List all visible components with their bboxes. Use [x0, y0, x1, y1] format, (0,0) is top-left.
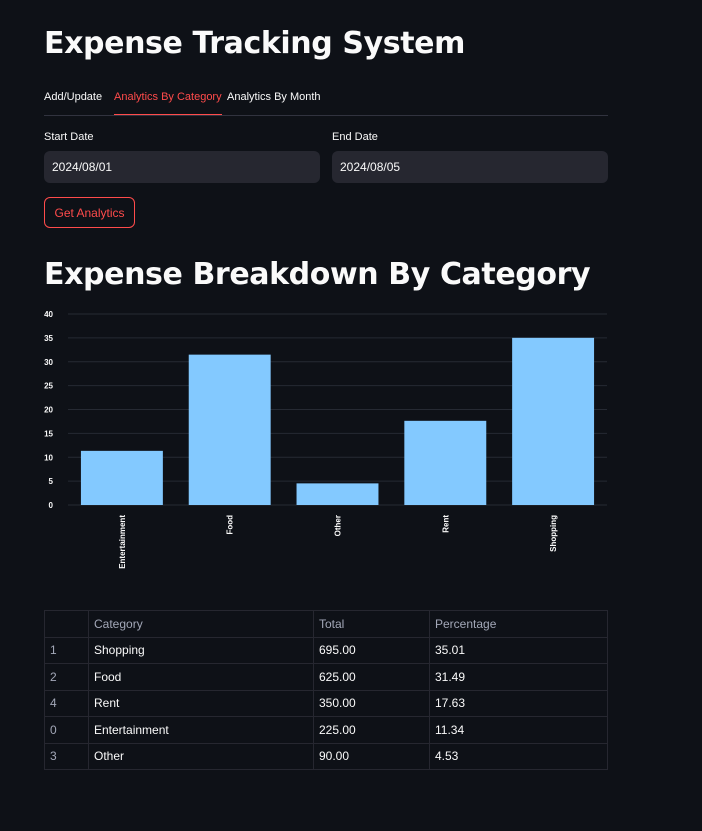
category-column-header[interactable]: Category [88, 610, 314, 638]
y-tick-label: 25 [44, 382, 53, 391]
x-tick-label: Entertainment [118, 515, 127, 569]
x-tick-label: Other [334, 515, 343, 536]
table-header-row: Category Total Percentage [44, 610, 608, 638]
category-cell: Food [88, 663, 314, 691]
y-tick-label: 20 [44, 406, 53, 415]
x-tick-label: Food [226, 515, 235, 535]
table-row: 1 Shopping 695.00 35.01 [44, 636, 608, 664]
y-tick-label: 35 [44, 334, 53, 343]
percentage-cell: 4.53 [429, 742, 608, 770]
y-tick-label: 5 [49, 477, 54, 486]
category-cell: Other [88, 742, 314, 770]
y-tick-label: 15 [44, 429, 53, 438]
y-tick-label: 30 [44, 358, 53, 367]
y-tick-label: 40 [44, 310, 53, 319]
bar [188, 354, 271, 505]
bar [404, 420, 487, 505]
bar [296, 483, 379, 505]
percentage-cell: 35.01 [429, 636, 608, 664]
bar [512, 337, 595, 505]
total-cell: 225.00 [313, 716, 430, 744]
row-index: 4 [44, 689, 89, 717]
app-page: Expense Tracking System Add/Update Analy… [0, 0, 702, 831]
category-cell: Entertainment [88, 716, 314, 744]
row-index: 0 [44, 716, 89, 744]
y-tick-label: 0 [49, 501, 54, 510]
percentage-cell: 31.49 [429, 663, 608, 691]
table-row: 4 Rent 350.00 17.63 [44, 689, 608, 717]
percentage-cell: 11.34 [429, 716, 608, 744]
category-cell: Rent [88, 689, 314, 717]
total-cell: 350.00 [313, 689, 430, 717]
category-table: Category Total Percentage 1 Shopping 695… [44, 610, 608, 770]
table-row: 3 Other 90.00 4.53 [44, 742, 608, 770]
category-bar-chart: 0 5 10 15 20 25 30 35 40 Entertainment Food Other Re… [44, 310, 607, 569]
percentage-column-header[interactable]: Percentage [429, 610, 608, 638]
category-cell: Shopping [88, 636, 314, 664]
x-tick-label: Shopping [549, 515, 558, 552]
table-row: 0 Entertainment 225.00 11.34 [44, 716, 608, 744]
total-cell: 695.00 [313, 636, 430, 664]
index-column-header [44, 610, 89, 638]
percentage-cell: 17.63 [429, 689, 608, 717]
row-index: 1 [44, 636, 89, 664]
table-row: 2 Food 625.00 31.49 [44, 663, 608, 691]
total-column-header[interactable]: Total [313, 610, 430, 638]
bar [80, 450, 163, 505]
total-cell: 90.00 [313, 742, 430, 770]
y-tick-label: 10 [44, 453, 53, 462]
x-tick-label: Rent [441, 515, 450, 533]
row-index: 3 [44, 742, 89, 770]
row-index: 2 [44, 663, 89, 691]
total-cell: 625.00 [313, 663, 430, 691]
